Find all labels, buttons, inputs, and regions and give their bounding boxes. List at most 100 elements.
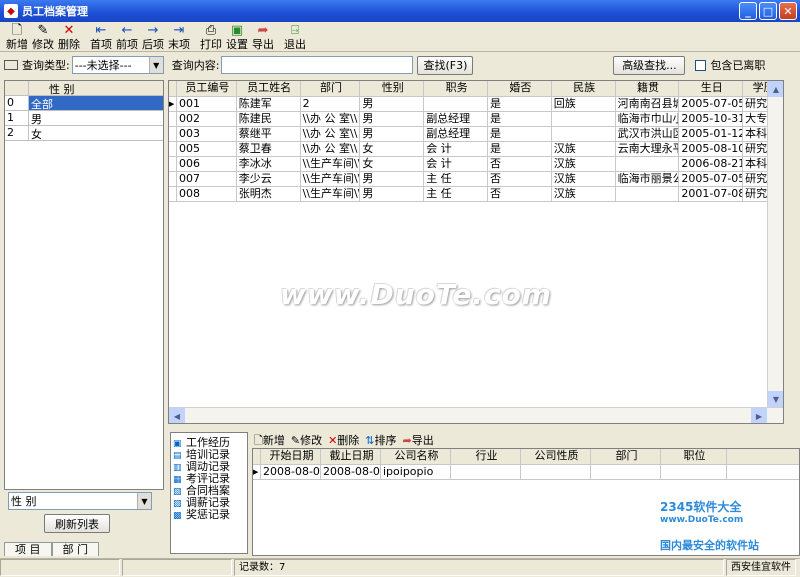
table-cell[interactable] (424, 97, 488, 111)
table-cell[interactable]: 会 计 (424, 157, 488, 171)
column-header[interactable]: 公司性质 (521, 449, 591, 464)
table-cell[interactable]: 河南南召县城 (616, 97, 680, 111)
table-cell[interactable]: 李冰冰 (237, 157, 301, 171)
table-cell[interactable]: 临海市丽景公 (616, 172, 680, 186)
table-cell[interactable]: 是 (488, 112, 552, 126)
tab-department[interactable]: 部 门 (51, 542, 99, 556)
table-cell[interactable]: 武汉市洪山区 (616, 127, 680, 141)
table-cell[interactable]: 陈建民 (237, 112, 301, 126)
maximize-button[interactable]: □ (759, 2, 777, 20)
include-resigned-checkbox[interactable] (695, 59, 707, 71)
prev-button[interactable]: ← 前项 (116, 24, 138, 51)
table-cell[interactable]: 2005-07-05 (679, 97, 744, 111)
table-row[interactable]: 006 李冰冰 \\生产车间\\ 女会 计否汉族 2006-08-21 本科 (169, 157, 783, 172)
table-row[interactable]: 008 张明杰 \\生产车间\\ 男主 任否汉族 2001-07-08 研究生 (169, 187, 783, 202)
table-cell[interactable]: 否 (488, 157, 552, 171)
export-button[interactable]: ➦ 导出 (252, 24, 274, 51)
column-header[interactable]: 公司名称 (381, 449, 451, 464)
table-cell[interactable] (552, 112, 616, 126)
table-cell[interactable] (661, 465, 727, 479)
column-header[interactable]: 部门 (301, 81, 361, 96)
column-header[interactable]: 婚否 (488, 81, 552, 96)
column-header[interactable]: 员工编号 (177, 81, 237, 96)
table-cell[interactable]: 回族 (552, 97, 616, 111)
table-cell[interactable]: 2005-07-05 (679, 172, 744, 186)
table-cell[interactable]: 男 (360, 127, 425, 141)
table-cell[interactable]: 2001-07-08 (679, 187, 744, 201)
advanced-find-button[interactable]: 高级查找... (613, 55, 686, 75)
table-cell[interactable]: 2005-10-31 (679, 112, 744, 126)
horizontal-scrollbar[interactable]: ◀ ▶ (169, 407, 783, 423)
table-row[interactable]: 003 蔡继平 \\办 公 室\\ 男副总经理是武汉市洪山区 2005-01-12 本科 (169, 127, 783, 142)
table-cell[interactable] (521, 465, 591, 479)
table-cell[interactable]: 005 (177, 142, 237, 156)
column-header[interactable]: 性别 (360, 81, 425, 96)
table-cell[interactable]: 临海市巾山小 (616, 112, 680, 126)
column-header[interactable]: 职务 (424, 81, 488, 96)
table-cell[interactable]: 副总经理 (424, 112, 488, 126)
column-header[interactable]: 行业 (451, 449, 521, 464)
table-cell[interactable] (451, 465, 521, 479)
close-button[interactable]: ✕ (779, 2, 797, 20)
column-header[interactable]: 职位 (661, 449, 727, 464)
table-cell[interactable]: 是 (488, 142, 552, 156)
last-button[interactable]: ⇥ 末项 (168, 24, 190, 51)
table-cell[interactable]: 2008-08-01 (321, 465, 381, 479)
column-header[interactable]: 截止日期 (321, 449, 381, 464)
print-button[interactable]: ⎙ 打印 (200, 24, 222, 51)
table-cell[interactable]: ipoipopio (381, 465, 451, 479)
table-cell[interactable]: 是 (488, 127, 552, 141)
table-row[interactable]: 007 李少云 \\生产车间\\ 男主 任否汉族 临海市丽景公 2005-07-05 研究生 (169, 172, 783, 187)
table-row[interactable]: ▶ 2008-08-01 2008-08-01 ipoipopio (253, 465, 799, 480)
table-cell[interactable]: 2 (301, 97, 361, 111)
category-row[interactable]: 2女 (5, 126, 163, 141)
scroll-down-icon[interactable]: ▼ (768, 391, 783, 407)
table-cell[interactable]: 否 (488, 172, 552, 186)
table-cell[interactable]: \\生产车间\\ (301, 187, 361, 201)
table-row[interactable]: 005 蔡卫春 \\办 公 室\\ 女会 计是汉族 云南大理永平 2005-08-10 研究… (169, 142, 783, 157)
table-cell[interactable]: 2005-01-12 (679, 127, 744, 141)
table-cell[interactable]: 会 计 (424, 142, 488, 156)
table-cell[interactable]: 主 任 (424, 172, 488, 186)
column-header[interactable]: 生日 (679, 81, 744, 96)
table-row[interactable]: 002 陈建民 \\办 公 室\\ 男副总经理是临海市巾山小 2005-10-31 大专 (169, 112, 783, 127)
scroll-right-icon[interactable]: ▶ (751, 408, 767, 423)
minimize-button[interactable]: _ (739, 2, 757, 20)
next-button[interactable]: → 后项 (142, 24, 164, 51)
table-cell[interactable]: 蔡卫春 (237, 142, 301, 156)
table-cell[interactable] (616, 157, 680, 171)
tab-project[interactable]: 项 目 (4, 542, 52, 556)
table-cell[interactable]: 008 (177, 187, 237, 201)
first-button[interactable]: ⇤ 首项 (90, 24, 112, 51)
table-cell[interactable]: 2006-08-21 (679, 157, 744, 171)
table-cell[interactable]: 001 (177, 97, 237, 111)
edit-button[interactable]: ✎ 修改 (32, 24, 54, 51)
table-cell[interactable]: 汉族 (552, 157, 616, 171)
table-cell[interactable]: 002 (177, 112, 237, 126)
column-header[interactable]: 员工姓名 (237, 81, 301, 96)
table-cell[interactable] (616, 187, 680, 201)
table-cell[interactable]: 主 任 (424, 187, 488, 201)
category-row[interactable]: 1男 (5, 111, 163, 126)
find-button[interactable]: 查找(F3) (417, 55, 474, 75)
table-cell[interactable]: 是 (488, 97, 552, 111)
scroll-left-icon[interactable]: ◀ (169, 408, 185, 423)
exit-button[interactable]: ⍈ 退出 (284, 24, 306, 51)
settings-button[interactable]: ▣ 设置 (226, 24, 248, 51)
table-cell[interactable] (591, 465, 661, 479)
table-cell[interactable]: \\办 公 室\\ (301, 142, 361, 156)
table-cell[interactable]: 陈建军 (237, 97, 301, 111)
query-type-select[interactable]: ---未选择--- ▼ (71, 56, 164, 74)
table-cell[interactable]: 2005-08-10 (679, 142, 744, 156)
refresh-list-button[interactable]: 刷新列表 (44, 514, 110, 533)
column-header[interactable]: 民族 (552, 81, 616, 96)
table-cell[interactable]: \\生产车间\\ (301, 172, 361, 186)
delete-button[interactable]: ✕ 删除 (58, 24, 80, 51)
table-cell[interactable]: \\办 公 室\\ (301, 112, 361, 126)
filter-field-select[interactable]: 性 别 ▼ (8, 492, 152, 510)
table-cell[interactable]: 女 (360, 157, 425, 171)
vertical-scrollbar[interactable]: ▲ ▼ (767, 81, 783, 423)
column-header[interactable]: 籍贯 (616, 81, 680, 96)
table-cell[interactable]: \\生产车间\\ (301, 157, 361, 171)
table-cell[interactable]: 007 (177, 172, 237, 186)
